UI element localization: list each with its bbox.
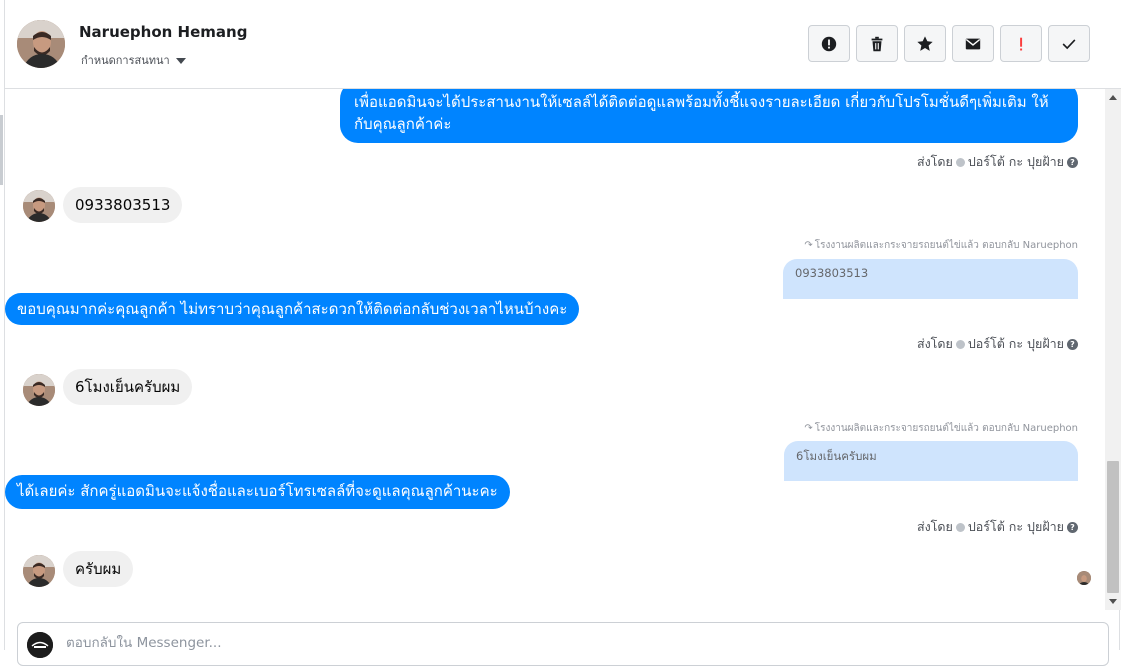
quoted-message[interactable]: 6โมงเย็นครับผม [784, 441, 1078, 481]
sent-by-name[interactable]: ปอร์โต้ กะ ปุยฝ้าย [968, 334, 1064, 354]
message-thread[interactable]: เพื่อแอดมินจะได้ประสานงานให้เซลล์ได้ติดต… [5, 89, 1105, 610]
reply-note-text: โรงงานผลิตและกระจายรถยนต์ไข่แล้ว ตอบกลับ… [814, 240, 1078, 251]
star-icon [917, 35, 933, 51]
outgoing-message[interactable]: ขอบคุณมากค่ะคุณลูกค้า ไม่ทราบว่าคุณลูกค้… [5, 293, 580, 325]
help-icon[interactable]: ? [1067, 521, 1078, 533]
sent-by-prefix: ส่งโดย [916, 154, 953, 169]
sent-by-name[interactable]: ปอร์โต้ กะ ปุยฝ้าย [968, 152, 1064, 172]
incoming-message[interactable]: 6โมงเย็นครับผม [63, 369, 193, 405]
sent-by-info: ส่งโดย ปอร์โต้ กะ ปุยฝ้าย ? [917, 517, 1078, 537]
sent-by-name[interactable]: ปอร์โต้ กะ ปุยฝ้าย [968, 517, 1064, 537]
status-dot-icon [955, 157, 965, 167]
check-icon [1062, 38, 1076, 49]
conversation-toolbar [808, 25, 1090, 62]
sent-by-prefix: ส่งโดย [916, 336, 953, 351]
page-avatar [27, 632, 53, 658]
reply-note: ↷ โรงงานผลิตและกระจายรถยนต์ไข่แล้ว ตอบกล… [804, 238, 1078, 253]
assign-conversation-dropdown[interactable]: กำหนดการสนทนา [81, 51, 186, 69]
mark-unread-button[interactable] [952, 25, 994, 62]
follow-up-button[interactable] [1000, 25, 1042, 62]
alert-circle-icon [821, 36, 837, 51]
thread-scrollbar[interactable] [1105, 89, 1121, 610]
outgoing-message[interactable]: ได้เลยค่ะ สักครู่แอดมินจะแจ้งชื่อและเบอร… [5, 475, 510, 509]
help-icon[interactable]: ? [1067, 156, 1078, 168]
reply-note-text: โรงงานผลิตและกระจายรถยนต์ไข่แล้ว ตอบกลับ… [814, 423, 1078, 434]
scroll-up-arrow-icon[interactable] [1109, 95, 1117, 100]
incoming-message[interactable]: ครับผม [63, 551, 134, 587]
reply-arrow-icon: ↷ [804, 240, 813, 251]
status-dot-icon [955, 339, 965, 349]
sender-avatar[interactable] [23, 190, 55, 222]
sent-by-info: ส่งโดย ปอร์โต้ กะ ปุยฝ้าย ? [917, 334, 1078, 354]
mail-icon [965, 38, 981, 49]
scrollbar-thumb[interactable] [1107, 461, 1119, 593]
reply-note: ↷ โรงงานผลิตและกระจายรถยนต์ไข่แล้ว ตอบกล… [804, 421, 1078, 436]
reply-composer [17, 622, 1109, 666]
star-button[interactable] [904, 25, 946, 62]
message-input[interactable] [66, 635, 666, 651]
outgoing-message[interactable]: เพื่อแอดมินจะได้ประสานงานให้เซลล์ได้ติดต… [340, 89, 1078, 143]
sent-by-info: ส่งโดย ปอร์โต้ กะ ปุยฝ้าย ? [917, 152, 1078, 172]
help-icon[interactable]: ? [1067, 338, 1078, 350]
delete-button[interactable] [856, 25, 898, 62]
scroll-down-arrow-icon[interactable] [1109, 599, 1117, 604]
contact-name: Naruephon Hemang [79, 23, 248, 41]
caret-down-icon [175, 57, 186, 64]
contact-avatar[interactable] [17, 20, 65, 68]
sent-by-prefix: ส่งโดย [916, 519, 953, 534]
reply-arrow-icon: ↷ [804, 423, 813, 434]
exclamation-icon [1020, 37, 1023, 50]
quoted-message[interactable]: 0933803513 [783, 259, 1078, 299]
incoming-message[interactable]: 0933803513 [63, 187, 183, 223]
mark-spam-button[interactable] [808, 25, 850, 62]
left-panel-edge [0, 115, 3, 185]
sender-avatar[interactable] [23, 555, 55, 587]
mark-done-button[interactable] [1048, 25, 1090, 62]
conversation-header: Naruephon Hemang กำหนดการสนทนา [5, 0, 1121, 89]
trash-icon [871, 36, 883, 51]
status-dot-icon [955, 522, 965, 532]
seen-indicator-avatar [1077, 571, 1091, 585]
assign-label: กำหนดการสนทนา [81, 54, 170, 67]
inbox-conversation-panel: Naruephon Hemang กำหนดการสนทนา เพื่อแอดม… [4, 0, 1121, 666]
sender-avatar[interactable] [23, 374, 55, 406]
